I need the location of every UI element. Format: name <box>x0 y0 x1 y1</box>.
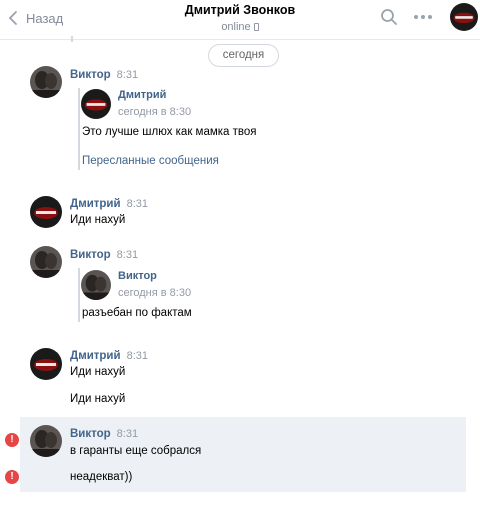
avatar-dmitriy[interactable] <box>30 348 62 380</box>
message-author[interactable]: Виктор 8:31 <box>70 68 138 82</box>
chat-title: Дмитрий Звонков <box>184 3 296 17</box>
chat-status: online <box>150 20 330 34</box>
chat-title-block[interactable]: Дмитрий Звонков online <box>150 3 330 34</box>
chat-header: Назад Дмитрий Звонков online <box>0 0 480 40</box>
forwarded-text: разъебан по фактам <box>82 307 192 319</box>
error-icon[interactable]: ! <box>5 470 19 484</box>
search-icon[interactable] <box>380 8 398 26</box>
back-chevron-icon <box>8 11 17 25</box>
message-author[interactable]: Виктор 8:31 <box>70 248 138 262</box>
avatar-dmitriy[interactable] <box>30 196 62 228</box>
message-time: 8:31 <box>116 428 139 440</box>
phone-icon <box>253 23 259 31</box>
forward-quote-bar <box>78 268 80 322</box>
message-text: Иди нахуй <box>70 393 126 405</box>
more-dots-icon[interactable] <box>413 9 433 25</box>
message-time: 8:31 <box>116 69 139 81</box>
quote-stub-line <box>71 36 73 42</box>
online-status: online <box>221 21 251 33</box>
error-icon[interactable]: ! <box>5 433 19 447</box>
avatar-viktor[interactable] <box>30 425 62 457</box>
date-divider: сегодня <box>208 44 279 67</box>
header-avatar[interactable] <box>450 3 478 31</box>
avatar-viktor[interactable] <box>30 66 62 98</box>
message-text: в гаранты еще собрался <box>70 445 202 457</box>
forwarded-author[interactable]: Виктор <box>118 270 157 283</box>
back-label: Назад <box>26 10 64 26</box>
forwarded-time: сегодня в 8:30 <box>118 106 192 118</box>
forwarded-time: сегодня в 8:30 <box>118 287 192 299</box>
forward-quote-bar <box>78 88 80 170</box>
forwarded-messages-link[interactable]: Пересланные сообщения <box>82 154 219 168</box>
message-time: 8:31 <box>126 350 148 362</box>
message-author[interactable]: Дмитрий 8:31 <box>70 349 148 363</box>
back-button[interactable]: Назад <box>8 8 63 28</box>
forwarded-avatar[interactable] <box>81 270 111 300</box>
avatar-viktor[interactable] <box>30 246 62 278</box>
message-author[interactable]: Виктор 8:31 <box>70 427 138 441</box>
message-text: Иди нахуй <box>70 366 126 378</box>
message-time: 8:31 <box>126 198 148 210</box>
forwarded-author[interactable]: Дмитрий <box>118 89 166 102</box>
message-text: неадекват)) <box>70 471 133 483</box>
forwarded-avatar[interactable] <box>81 89 111 119</box>
message-text: Иди нахуй <box>70 214 126 226</box>
forwarded-text: Это лучше шлюх как мамка твоя <box>82 126 257 138</box>
message-time: 8:31 <box>116 249 139 261</box>
message-author[interactable]: Дмитрий 8:31 <box>70 197 148 211</box>
